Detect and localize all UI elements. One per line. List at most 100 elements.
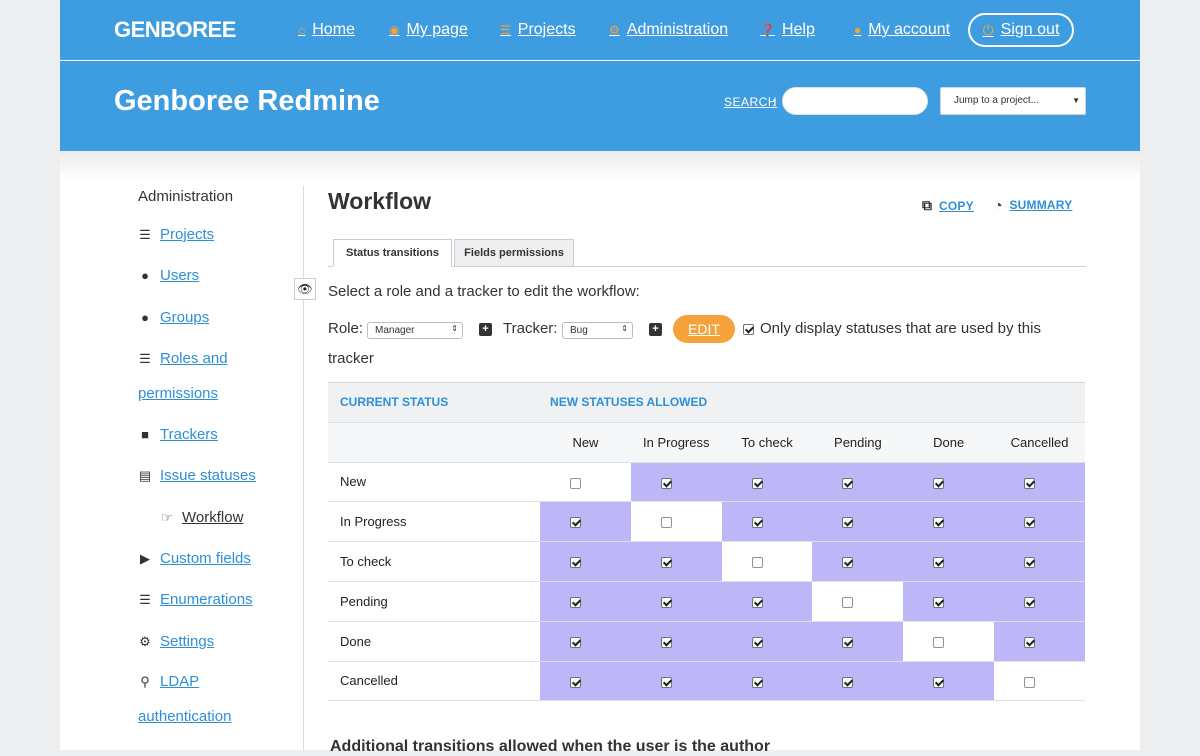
transition-checkbox[interactable] (569, 636, 581, 648)
sidebar-item-groups[interactable]: ●︎ Groups (138, 300, 209, 335)
transition-checkbox[interactable] (660, 676, 672, 688)
sidebar-item-custom-fields[interactable]: ▶ Custom fields (138, 541, 251, 576)
page-title: Workflow (328, 188, 432, 214)
list-icon: ☰ (139, 226, 151, 242)
sidebar-item-label[interactable]: LDAP (160, 664, 199, 699)
nav-projects[interactable]: ☰ Projects (500, 0, 576, 60)
site-title: Genboree Redmine (114, 85, 380, 117)
sidebar-item-ldap[interactable]: ⚲ LDAP (138, 664, 199, 699)
sidebar-item-label[interactable]: Groups (160, 300, 209, 335)
transition-checkbox[interactable] (569, 477, 581, 489)
expand-roles-icon[interactable]: + (479, 323, 492, 336)
sidebar-item-workflow[interactable]: ☞ Workflow (160, 500, 243, 535)
transition-checkbox[interactable] (1024, 596, 1036, 608)
row-status-label: To check (328, 541, 541, 582)
only-used-checkbox[interactable] (743, 320, 754, 337)
transition-checkbox[interactable] (569, 517, 581, 529)
sidebar-item-label[interactable]: Custom fields (160, 541, 251, 576)
transition-checkbox[interactable] (933, 517, 945, 529)
transition-checkbox[interactable] (1024, 636, 1036, 648)
table-row: New (328, 462, 1085, 503)
nav-my-account[interactable]: ● My account (854, 0, 950, 60)
transition-checkbox[interactable] (660, 477, 672, 489)
sidebar-item-label[interactable]: Workflow (182, 500, 243, 535)
sidebar-item-roles-cont[interactable]: permissions (138, 385, 218, 402)
sidebar-item-label[interactable]: Trackers (160, 417, 218, 452)
transition-checkbox[interactable] (933, 557, 945, 569)
transition-checkbox[interactable] (933, 636, 945, 648)
tab-fields-permissions[interactable]: Fields permissions (454, 239, 574, 267)
nav-my-account-label: My account (868, 21, 951, 38)
tab-status-transitions[interactable]: Status transitions (333, 239, 452, 267)
copy-label[interactable]: COPY (939, 199, 974, 213)
nav-administration[interactable]: ⚙ Administration (609, 0, 728, 60)
transition-checkbox[interactable] (842, 517, 854, 529)
summary-link[interactable]: ◔ SUMMARY (994, 197, 1072, 213)
transition-checkbox[interactable] (933, 477, 945, 489)
transition-cell (994, 501, 1085, 543)
transition-checkbox[interactable] (751, 596, 763, 608)
row-status-label: Cancelled (328, 661, 541, 702)
sidebar-item-label[interactable]: Enumerations (160, 582, 253, 617)
sidebar-item-users[interactable]: ● Users (138, 258, 199, 293)
search-label[interactable]: SEARCH (724, 95, 777, 109)
transition-checkbox[interactable] (842, 596, 854, 608)
transition-cell (903, 541, 995, 582)
transition-cell (540, 541, 631, 582)
transition-checkbox[interactable] (751, 557, 763, 569)
sidebar-item-enumerations[interactable]: ☰ Enumerations (138, 582, 253, 617)
nav-help[interactable]: ❓ Help (760, 0, 815, 60)
transition-checkbox[interactable] (751, 517, 763, 529)
edit-button[interactable]: EDIT (673, 315, 735, 343)
sidebar-item-issue-statuses[interactable]: ▤ Issue statuses (138, 458, 256, 493)
role-select[interactable]: Manager ⇕ (367, 322, 463, 339)
tracker-select[interactable]: Bug ⇕ (562, 322, 633, 339)
transition-checkbox[interactable] (751, 676, 763, 688)
sidebar-item-roles[interactable]: ☰ Roles and (138, 341, 228, 376)
transition-checkbox[interactable] (660, 596, 672, 608)
only-used-checkbox-box[interactable] (743, 323, 754, 335)
transition-checkbox[interactable] (1024, 517, 1036, 529)
transition-checkbox[interactable] (660, 557, 672, 569)
table-row: Cancelled (328, 661, 1085, 702)
transition-checkbox[interactable] (751, 636, 763, 648)
transition-checkbox[interactable] (569, 557, 581, 569)
sidebar-item-label[interactable]: Roles and (160, 341, 228, 376)
nav-my-page[interactable]: ◉ My page (389, 0, 468, 60)
sidebar-item-label[interactable]: Users (160, 258, 199, 293)
sidebar-item-settings[interactable]: ⚙ Settings (138, 624, 214, 659)
sidebar-item-label[interactable]: Settings (160, 624, 214, 659)
workflow-table: CURRENT STATUS NEW STATUSES ALLOWED New … (328, 382, 1085, 702)
transition-checkbox[interactable] (751, 477, 763, 489)
transition-checkbox[interactable] (933, 676, 945, 688)
transition-checkbox[interactable] (933, 596, 945, 608)
nav-home[interactable]: ⌂ Home (298, 0, 355, 60)
jump-to-project-select[interactable]: Jump to a project... ▼ (940, 87, 1086, 115)
sign-out-button[interactable]: ⏻ Sign out (968, 13, 1074, 47)
sidebar-item-ldap-cont[interactable]: authentication (138, 708, 231, 725)
search-input[interactable] (782, 87, 928, 115)
transition-checkbox[interactable] (842, 676, 854, 688)
key-icon: ⚲ (140, 673, 150, 689)
copy-link[interactable]: ⧉ COPY (922, 197, 974, 214)
sidebar-item-label[interactable]: Issue statuses (160, 458, 256, 493)
sidebar-item-label[interactable]: Projects (160, 217, 214, 252)
transition-checkbox[interactable] (569, 596, 581, 608)
sidebar-item-projects[interactable]: ☰ Projects (138, 217, 214, 252)
transition-checkbox[interactable] (1024, 557, 1036, 569)
transition-checkbox[interactable] (660, 517, 672, 529)
summary-label[interactable]: SUMMARY (1009, 198, 1072, 212)
user-icon: ● (854, 23, 862, 37)
transition-checkbox[interactable] (842, 557, 854, 569)
sidebar-toggle-button[interactable]: 👁 (294, 278, 316, 300)
transition-checkbox[interactable] (1024, 676, 1036, 688)
additional-transitions-heading[interactable]: Additional transitions allowed when the … (330, 738, 770, 756)
table-header-row: CURRENT STATUS NEW STATUSES ALLOWED (328, 382, 1085, 423)
transition-checkbox[interactable] (660, 636, 672, 648)
sidebar-item-trackers[interactable]: ■ Trackers (138, 417, 218, 452)
transition-checkbox[interactable] (842, 636, 854, 648)
transition-checkbox[interactable] (1024, 477, 1036, 489)
transition-checkbox[interactable] (842, 477, 854, 489)
expand-trackers-icon[interactable]: + (649, 323, 662, 336)
transition-checkbox[interactable] (569, 676, 581, 688)
